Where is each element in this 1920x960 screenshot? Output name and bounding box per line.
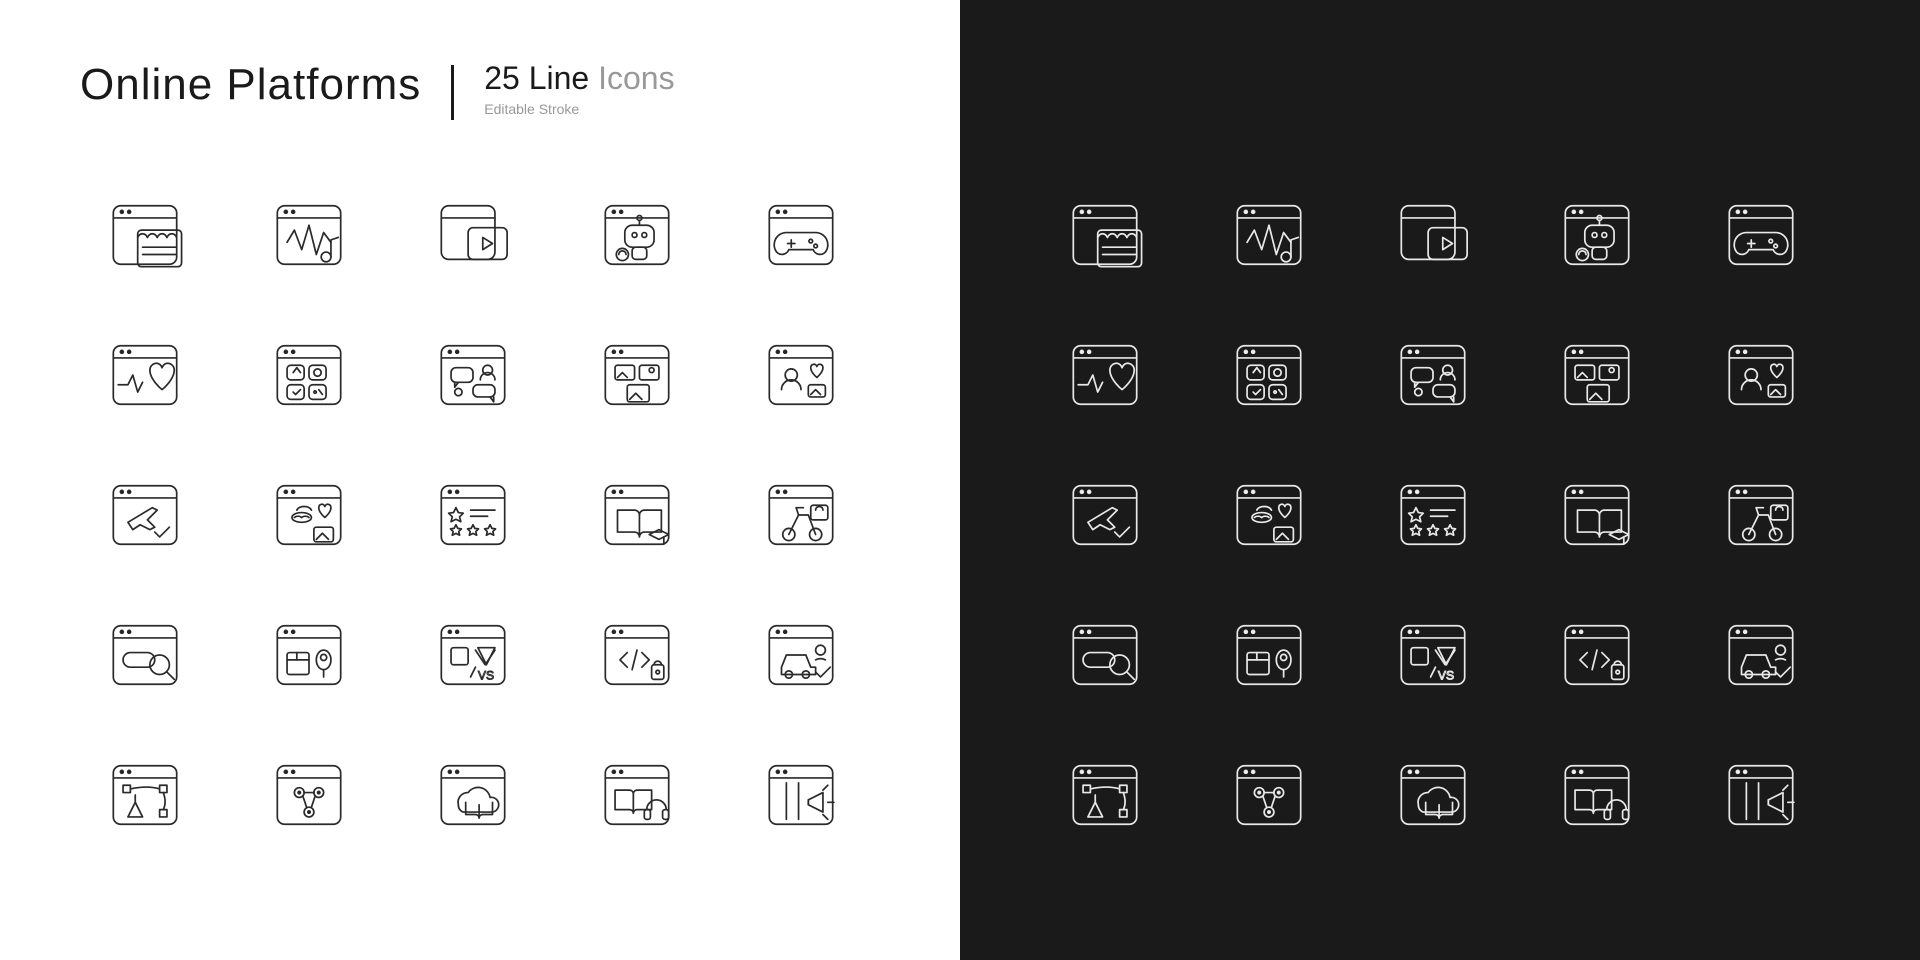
app-store-icon xyxy=(264,330,354,420)
music-audio-icon xyxy=(264,190,354,280)
community-chat-icon xyxy=(1388,330,1478,420)
gaming-icon xyxy=(756,190,846,280)
set-title: Online Platforms xyxy=(80,60,421,110)
ai-chatbot-icon xyxy=(1552,190,1642,280)
ride-sharing-icon xyxy=(1716,610,1806,700)
search-engine-icon xyxy=(100,610,190,700)
food-delivery-icon xyxy=(1716,470,1806,560)
online-store-icon xyxy=(100,190,190,280)
video-streaming-icon xyxy=(428,190,518,280)
header-spacer xyxy=(1040,60,1840,140)
reviews-rating-icon xyxy=(1388,470,1478,560)
unit: Line xyxy=(529,60,590,96)
cloud-library-icon xyxy=(1388,750,1478,840)
social-profile-icon xyxy=(1716,330,1806,420)
package-tracking-icon xyxy=(264,610,354,700)
open-source-code-icon xyxy=(592,610,682,700)
travel-booking-icon xyxy=(100,470,190,560)
digital-marketing-icon xyxy=(756,750,846,840)
suffix: Icons xyxy=(598,60,674,96)
icon-set-dark xyxy=(960,0,1920,960)
social-profile-icon xyxy=(756,330,846,420)
community-chat-icon xyxy=(428,330,518,420)
music-audio-icon xyxy=(1224,190,1314,280)
cloud-library-icon xyxy=(428,750,518,840)
audiobook-icon xyxy=(592,750,682,840)
design-vector-icon xyxy=(100,750,190,840)
health-heart-icon xyxy=(100,330,190,420)
education-learning-icon xyxy=(592,470,682,560)
open-source-code-icon xyxy=(1552,610,1642,700)
subtitle: 25 Line Icons xyxy=(484,60,674,97)
reviews-rating-icon xyxy=(428,470,518,560)
video-streaming-icon xyxy=(1388,190,1478,280)
icon-set-light: Online Platforms 25 Line Icons Editable … xyxy=(0,0,960,960)
ai-chatbot-icon xyxy=(592,190,682,280)
icon-grid-light xyxy=(80,180,880,850)
audiobook-icon xyxy=(1552,750,1642,840)
digital-marketing-icon xyxy=(1716,750,1806,840)
health-heart-icon xyxy=(1060,330,1150,420)
online-store-icon xyxy=(1060,190,1150,280)
icon-grid-dark xyxy=(1040,180,1840,850)
comparison-vs-icon xyxy=(428,610,518,700)
team-network-icon xyxy=(264,750,354,840)
anonymous-dating-icon xyxy=(264,470,354,560)
gaming-icon xyxy=(1716,190,1806,280)
count: 25 xyxy=(484,60,520,96)
title-divider xyxy=(451,65,454,120)
photo-gallery-icon xyxy=(592,330,682,420)
subtitle-block: 25 Line Icons Editable Stroke xyxy=(484,60,674,117)
education-learning-icon xyxy=(1552,470,1642,560)
design-vector-icon xyxy=(1060,750,1150,840)
food-delivery-icon xyxy=(756,470,846,560)
comparison-vs-icon xyxy=(1388,610,1478,700)
ride-sharing-icon xyxy=(756,610,846,700)
search-engine-icon xyxy=(1060,610,1150,700)
photo-gallery-icon xyxy=(1552,330,1642,420)
team-network-icon xyxy=(1224,750,1314,840)
header: Online Platforms 25 Line Icons Editable … xyxy=(80,60,880,140)
travel-booking-icon xyxy=(1060,470,1150,560)
tagline: Editable Stroke xyxy=(484,101,674,117)
app-store-icon xyxy=(1224,330,1314,420)
anonymous-dating-icon xyxy=(1224,470,1314,560)
package-tracking-icon xyxy=(1224,610,1314,700)
